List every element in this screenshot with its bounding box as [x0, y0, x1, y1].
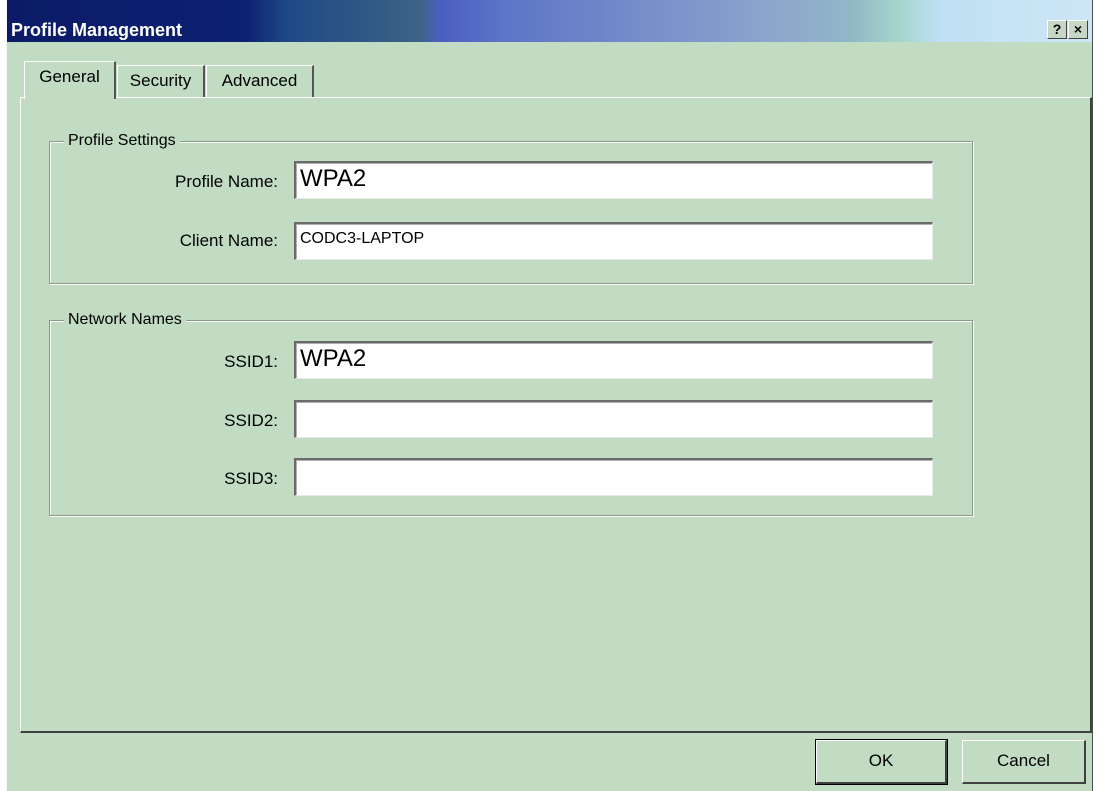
close-button[interactable]: × [1068, 20, 1088, 39]
ssid2-field[interactable] [294, 400, 933, 438]
network-names-group-title: Network Names [64, 310, 186, 330]
help-button[interactable]: ? [1047, 20, 1067, 39]
window-title: Profile Management [11, 20, 183, 40]
tab-advanced[interactable]: Advanced [206, 65, 314, 98]
ok-button[interactable]: OK [815, 739, 948, 785]
profile-management-dialog: Profile Management ? × General Security … [6, 0, 1093, 791]
tab-general[interactable]: General [24, 61, 116, 99]
ssid1-field[interactable]: WPA2 [294, 341, 933, 379]
profile-name-label: Profile Name: [175, 172, 278, 191]
ssid2-label: SSID2: [224, 411, 278, 430]
profile-name-field[interactable]: WPA2 [294, 161, 933, 199]
tab-security[interactable]: Security [117, 65, 205, 98]
profile-settings-group-title: Profile Settings [64, 131, 180, 151]
ssid1-label: SSID1: [224, 352, 278, 371]
client-name-field[interactable]: CODC3-LAPTOP [294, 222, 933, 260]
title-bar[interactable]: Profile Management ? × [7, 0, 1092, 42]
profile-settings-group: Profile Settings Profile Name: WPA2 Clie… [49, 131, 973, 284]
general-tab-panel: Profile Settings Profile Name: WPA2 Clie… [20, 97, 1092, 733]
ssid3-field[interactable] [294, 458, 933, 496]
cancel-button[interactable]: Cancel [962, 740, 1086, 784]
ssid3-label: SSID3: [224, 469, 278, 488]
network-names-group: Network Names SSID1: WPA2 SSID2: SSID3: [49, 310, 973, 516]
client-name-label: Client Name: [179, 231, 278, 250]
